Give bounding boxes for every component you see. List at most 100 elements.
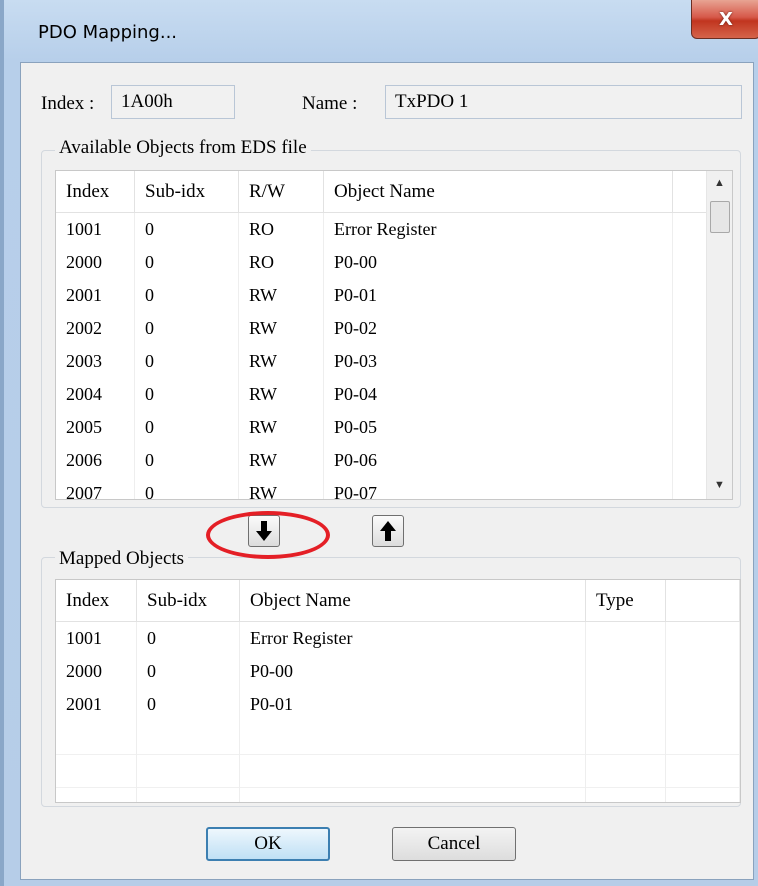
vertical-scrollbar[interactable]: ▲ ▼ <box>706 171 732 499</box>
ok-button[interactable]: OK <box>206 827 330 861</box>
column-header-index[interactable]: Index <box>56 580 137 621</box>
available-cell-empty <box>673 279 707 312</box>
column-header-index[interactable]: Index <box>56 171 135 212</box>
available-cell-sub-idx: 0 <box>135 279 239 312</box>
dialog-window: PDO Mapping... X Index : 1A00h Name : Tx… <box>0 0 758 886</box>
mapped-row[interactable] <box>56 754 740 788</box>
available-cell-sub-idx: 0 <box>135 213 239 246</box>
available-row[interactable]: 1001 0 RO Error Register <box>56 213 707 246</box>
mapped-objects-title: Mapped Objects <box>55 548 189 570</box>
available-cell-rw: RW <box>239 477 324 499</box>
mapped-cell-sub-idx: 0 <box>137 688 240 721</box>
available-cell-empty <box>673 345 707 378</box>
column-header-sub-idx[interactable]: Sub-idx <box>137 580 240 621</box>
window-border <box>0 0 4 886</box>
available-cell-empty <box>673 477 707 499</box>
available-cell-index: 2002 <box>56 312 135 345</box>
scroll-up-arrow-icon[interactable]: ▲ <box>707 171 732 195</box>
scroll-down-arrow-icon[interactable]: ▼ <box>707 473 732 497</box>
available-cell-object-name: P0-07 <box>324 477 673 499</box>
available-cell-rw: RW <box>239 411 324 444</box>
available-cell-empty <box>673 312 707 345</box>
mapped-row[interactable] <box>56 787 740 802</box>
mapped-row[interactable]: 2001 0 P0-01 <box>56 688 740 721</box>
cancel-button[interactable]: Cancel <box>392 827 516 861</box>
available-row[interactable]: 2005 0 RW P0-05 <box>56 411 707 444</box>
available-cell-sub-idx: 0 <box>135 477 239 499</box>
mapped-cell-empty <box>666 754 740 787</box>
mapped-row[interactable]: 1001 0 Error Register <box>56 622 740 655</box>
available-cell-object-name: P0-04 <box>324 378 673 411</box>
available-cell-object-name: P0-05 <box>324 411 673 444</box>
mapped-cell-index: 2001 <box>56 688 137 721</box>
close-button[interactable]: X <box>691 0 758 39</box>
available-objects-table[interactable]: Index Sub-idx R/W Object Name 1001 0 RO Err… <box>55 170 733 500</box>
mapped-cell-empty <box>666 688 740 721</box>
column-header-object-name[interactable]: Object Name <box>240 580 586 621</box>
available-row[interactable]: 2004 0 RW P0-04 <box>56 378 707 411</box>
arrow-up-icon <box>380 521 396 541</box>
remove-mapping-button[interactable] <box>372 515 404 547</box>
available-cell-object-name: Error Register <box>324 213 673 246</box>
highlight-circle <box>206 511 330 559</box>
available-cell-sub-idx: 0 <box>135 312 239 345</box>
column-header-extra <box>666 580 740 621</box>
available-cell-object-name: P0-00 <box>324 246 673 279</box>
index-field[interactable]: 1A00h <box>111 85 235 119</box>
mapped-cell-empty <box>666 655 740 688</box>
available-cell-index: 1001 <box>56 213 135 246</box>
window-title: PDO Mapping... <box>38 22 178 43</box>
mapped-cell-empty <box>666 787 740 802</box>
mapped-cell-empty <box>240 721 586 754</box>
mapped-table-header: Index Sub-idx Object Name Type <box>56 580 740 622</box>
column-header-type[interactable]: Type <box>586 580 666 621</box>
available-cell-index: 2006 <box>56 444 135 477</box>
mapped-objects-table[interactable]: Index Sub-idx Object Name Type 1001 0 Erro… <box>55 579 741 803</box>
dialog-client-area: Index : 1A00h Name : TxPDO 1 Available O… <box>20 62 754 880</box>
available-row[interactable]: 2003 0 RW P0-03 <box>56 345 707 378</box>
available-cell-object-name: P0-06 <box>324 444 673 477</box>
available-cell-rw: RO <box>239 246 324 279</box>
mapped-cell-type <box>586 655 666 688</box>
available-cell-rw: RO <box>239 213 324 246</box>
scrollbar-thumb[interactable] <box>710 201 730 233</box>
available-cell-index: 2007 <box>56 477 135 499</box>
available-cell-sub-idx: 0 <box>135 444 239 477</box>
mapped-cell-object-name: P0-00 <box>240 655 586 688</box>
available-row[interactable]: 2006 0 RW P0-06 <box>56 444 707 477</box>
mapped-cell-empty <box>56 787 137 802</box>
name-field[interactable]: TxPDO 1 <box>385 85 742 119</box>
available-cell-rw: RW <box>239 312 324 345</box>
available-cell-index: 2003 <box>56 345 135 378</box>
available-cell-rw: RW <box>239 444 324 477</box>
available-cell-index: 2005 <box>56 411 135 444</box>
available-cell-index: 2001 <box>56 279 135 312</box>
mapped-row[interactable] <box>56 721 740 755</box>
available-cell-sub-idx: 0 <box>135 345 239 378</box>
index-label: Index : <box>41 93 95 114</box>
mapped-row[interactable]: 2000 0 P0-00 <box>56 655 740 688</box>
mapped-cell-empty <box>56 754 137 787</box>
mapped-cell-empty <box>240 787 586 802</box>
mapped-cell-empty <box>240 754 586 787</box>
mapped-cell-empty <box>137 787 240 802</box>
available-cell-empty <box>673 246 707 279</box>
available-cell-object-name: P0-02 <box>324 312 673 345</box>
available-cell-index: 2004 <box>56 378 135 411</box>
available-cell-rw: RW <box>239 378 324 411</box>
mapped-cell-sub-idx: 0 <box>137 655 240 688</box>
column-header-object-name[interactable]: Object Name <box>324 171 673 212</box>
available-row[interactable]: 2000 0 RO P0-00 <box>56 246 707 279</box>
available-row[interactable]: 2002 0 RW P0-02 <box>56 312 707 345</box>
available-cell-object-name: P0-01 <box>324 279 673 312</box>
available-cell-sub-idx: 0 <box>135 246 239 279</box>
title-bar[interactable]: PDO Mapping... X <box>8 0 758 62</box>
mapped-cell-type <box>586 688 666 721</box>
column-header-sub-idx[interactable]: Sub-idx <box>135 171 239 212</box>
mapped-cell-empty <box>666 622 740 655</box>
column-header-rw[interactable]: R/W <box>239 171 324 212</box>
mapped-cell-empty <box>586 754 666 787</box>
available-row[interactable]: 2007 0 RW P0-07 <box>56 477 707 499</box>
available-objects-title: Available Objects from EDS file <box>55 137 311 159</box>
available-row[interactable]: 2001 0 RW P0-01 <box>56 279 707 312</box>
